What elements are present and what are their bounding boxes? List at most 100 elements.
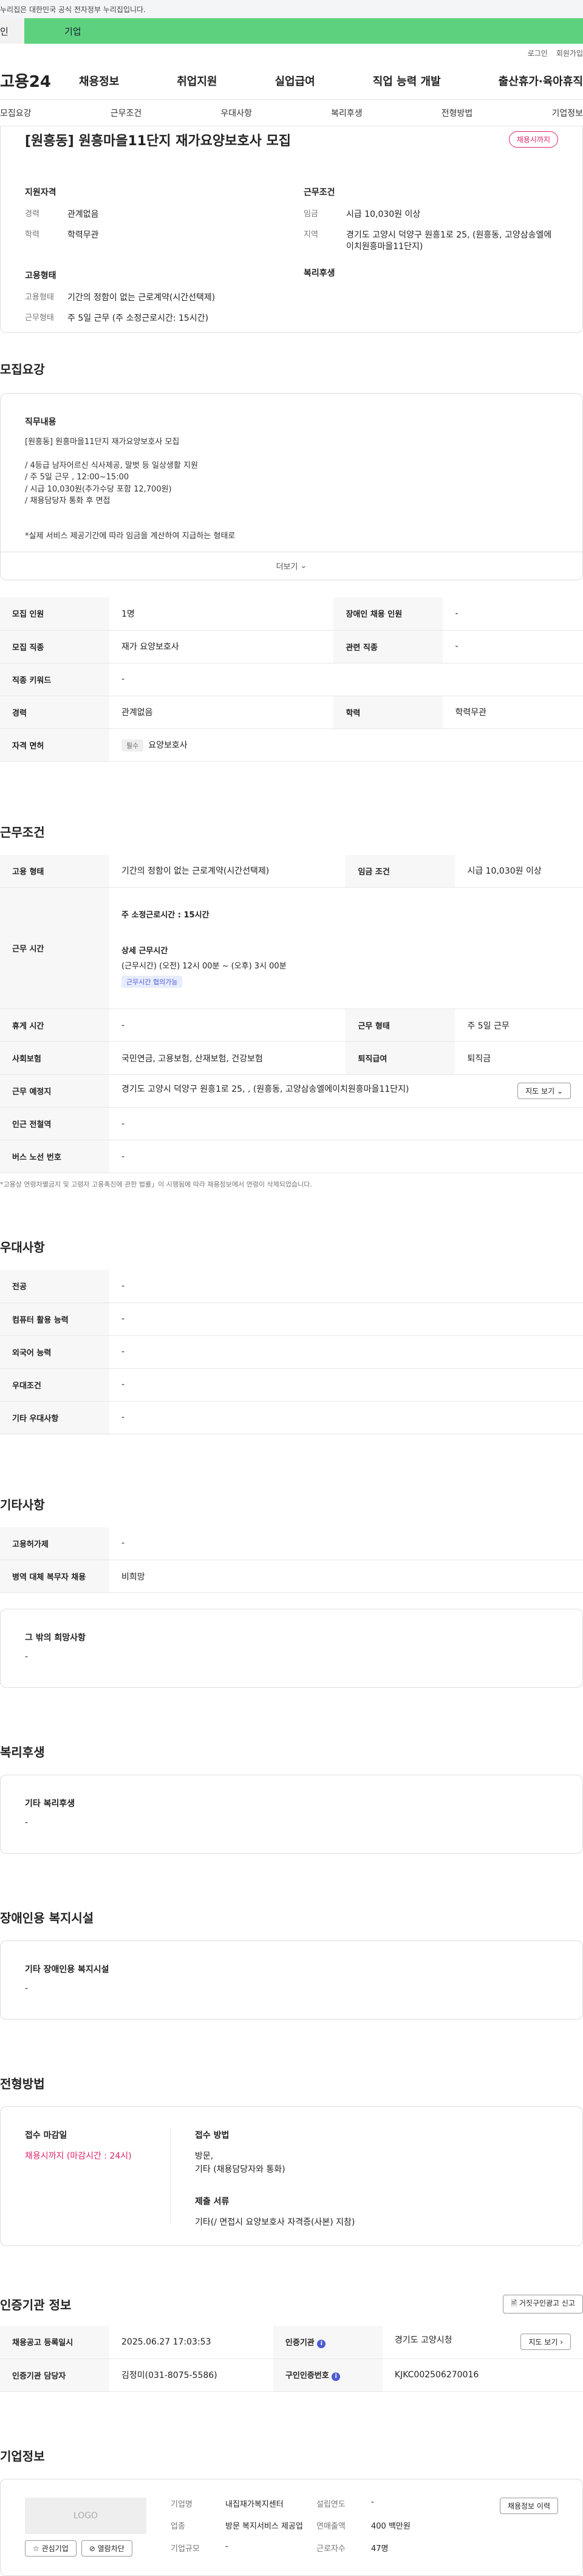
cert-table: 채용공고 등록일시 2025.06.27 17:03:53 인증기관 i 경기도 고양…: [0, 2326, 583, 2392]
cert-map-label: 지도 보기: [528, 2338, 558, 2347]
cell-key: 인증기관 담당자: [0, 2358, 109, 2392]
more-button[interactable]: 더보기 ⌄: [0, 552, 583, 580]
anchor-selection[interactable]: 전형방법: [442, 107, 473, 119]
cert-header: 인증기관 정보 🗎 거짓구인광고 신고: [0, 2295, 583, 2314]
welfare-summary-heading: 복리후생: [304, 268, 335, 278]
cell-value: -: [109, 1335, 583, 1369]
disabled-heading: 장애인용 복지시설: [0, 1911, 94, 1925]
cell-key: 근무 예정지: [0, 1074, 109, 1108]
cell-key: 직종 키워드: [0, 663, 109, 696]
table-row: 우대조건 -: [0, 1368, 583, 1402]
tab-company[interactable]: 기업: [24, 18, 583, 44]
region-value: 경기도 고양시 덕양구 원흥1로 25, (원흥동, 고양삼송엘에이치원흥마을1…: [346, 230, 552, 252]
history-label: 채용정보 이력: [507, 2501, 550, 2510]
weekly-hours: 주 소정근로시간 : 15시간: [121, 911, 210, 920]
company-heading: 기업정보: [0, 2448, 45, 2464]
duty-line: [원흥동] 원흥마을11단지 재가요양보호사 모집: [25, 437, 180, 447]
gnb-item-jobs[interactable]: 채용정보: [79, 73, 119, 89]
cert-map-button[interactable]: 지도 보기 ›: [520, 2334, 571, 2351]
tab-individual[interactable]: 인: [0, 18, 24, 44]
signup-link[interactable]: 회원가입: [556, 48, 583, 58]
cell-key: 기업규모: [171, 2544, 200, 2554]
table-row: 병역 대체 복무자 채용 비희망: [0, 1560, 583, 1593]
pref-heading: 우대사항: [0, 1240, 45, 1255]
company-year: -: [371, 2497, 374, 2507]
table-row: 컴퓨터 활용 능력 -: [0, 1303, 583, 1336]
career-value: 관계없음: [67, 210, 99, 219]
report-button-label: 거짓구인광고 신고: [519, 2299, 575, 2307]
tab-company-label: 기업: [64, 26, 81, 37]
emp-type-value: 기간의 정함이 없는 근로계약(시간선택제): [67, 293, 216, 303]
info-icon[interactable]: i: [332, 2372, 341, 2381]
cell-value: -: [443, 597, 583, 631]
block-company-button[interactable]: ⊘ 열람차단: [81, 2540, 132, 2557]
method-heading: 접수 방법: [195, 2131, 230, 2140]
gnb-item-employment-support[interactable]: 취업지원: [177, 73, 217, 89]
map-button[interactable]: 지도 보기 ⌄: [517, 1083, 571, 1099]
cell-key: 구인인증번호 i: [273, 2358, 383, 2392]
recruit-table: 모집 인원 1명 장애인 채용 인원 - 모집 직종 재가 요양보호사 관련 직종 - 직종…: [0, 597, 583, 762]
gnb-item-job-training[interactable]: 직업 능력 개발: [373, 73, 441, 89]
conditions-heading: 근무조건: [304, 188, 335, 197]
cell-value: -: [109, 1368, 583, 1402]
gov-notice-text: 누리집은 대한민국 공식 전자정부 누리집입니다.: [0, 5, 146, 14]
cell-value: 기간의 정함이 없는 근로계약(시간선택제): [109, 854, 346, 888]
history-button[interactable]: 채용정보 이력: [499, 2497, 558, 2514]
anchor-pref[interactable]: 우대사항: [220, 107, 252, 119]
cell-key: 설립연도: [316, 2499, 346, 2509]
cell-value: KJKC002506270016: [382, 2358, 583, 2392]
login-link[interactable]: 로그인: [528, 48, 548, 58]
cell-key: 경력: [0, 696, 109, 729]
duty-line: *실제 서비스 제공기간에 따라 임금을 계산하여 지급하는 형태로: [25, 531, 236, 541]
cell-value: 김정미(031-8075-5586): [109, 2358, 273, 2392]
career-label: 경력: [25, 210, 39, 219]
table-row: 전공 -: [0, 1270, 583, 1303]
block-label: 열람차단: [97, 2544, 124, 2553]
cell-value: 관계없음: [109, 696, 334, 729]
favorite-company-button[interactable]: ☆ 관심기업: [25, 2540, 77, 2557]
duty-content: [원흥동] 원흥마을11단지 재가요양보호사 모집 / 4등급 남자어르신 식사제…: [25, 436, 558, 552]
method-block: 접수 방법 방문, 기타 (채용담당자와 통화) 제출 서류 기타(/ 면접시 …: [171, 2129, 355, 2227]
duty-card: 직무내용 [원흥동] 원흥마을11단지 재가요양보호사 모집 / 4등급 남자어르…: [0, 393, 583, 552]
cell-key: 외국어 능력: [0, 1335, 109, 1369]
cell-key: 병역 대체 복무자 채용: [0, 1560, 109, 1593]
cell-key: 연매출액: [316, 2522, 346, 2532]
company-employees: 47명: [371, 2544, 389, 2554]
gnb-item-unemployment-benefit[interactable]: 실업급여: [275, 73, 315, 89]
cell-key: 모집 인원: [0, 597, 109, 631]
cell-key: 휴게 시간: [0, 1009, 109, 1042]
company-card: LOGO ☆ 관심기업 ⊘ 열람차단 기업명 내집재가복지센터 설립연도 - 업종 방…: [0, 2478, 583, 2576]
section-anchor-nav: 모집요강 근무조건 우대사항 복리후생 전형방법 기업정보: [0, 100, 583, 126]
cell-key: 모집 직종: [0, 630, 109, 663]
anchor-work[interactable]: 근무조건: [111, 107, 142, 119]
report-button[interactable]: 🗎 거짓구인광고 신고: [503, 2295, 583, 2314]
job-summary-card: [원흥동] 원흥마을11단지 재가요양보호사 모집 채용시까지 지원자격 경력 관…: [0, 126, 583, 333]
cell-value: -: [109, 663, 583, 696]
site-logo[interactable]: 고용24: [0, 69, 79, 92]
anchor-company[interactable]: 기업정보: [551, 107, 583, 119]
gnb-item-parental-leave[interactable]: 출산휴가·육아휴직: [499, 73, 583, 89]
cell-value: 1명: [109, 597, 334, 631]
method-value-1: 방문,: [195, 2151, 214, 2161]
company-info-grid: 기업명 내집재가복지센터 설립연도 - 업종 방문 복지서비스 제공업 연매출액 400…: [171, 2498, 444, 2557]
company-name: 내집재가복지센터: [225, 2499, 284, 2509]
cell-key: 업종: [171, 2522, 185, 2532]
cell-value: 주 5일 근무: [455, 1009, 583, 1042]
disabled-sub-heading: 기타 장애인용 복지시설: [25, 1965, 109, 1975]
table-row: 인근 전철역 -: [0, 1107, 583, 1140]
cell-key: 학력: [333, 696, 443, 729]
table-row: 고용허가제 -: [0, 1527, 583, 1560]
favorite-label: 관심기업: [41, 2544, 69, 2553]
anchor-recruit[interactable]: 모집요강: [0, 107, 32, 119]
cell-key: 퇴직급여: [346, 1041, 455, 1075]
cell-value: -: [443, 630, 583, 663]
table-row: 자격 면허 필수 요양보호사: [0, 728, 583, 762]
license-cell: 필수 요양보호사: [109, 728, 583, 762]
info-icon[interactable]: i: [317, 2339, 326, 2348]
place-cell: 경기도 고양시 덕양구 원흥1로 25, , (원흥동, 고양삼송엘에이치원흥마…: [109, 1074, 583, 1108]
anchor-welfare[interactable]: 복리후생: [331, 107, 363, 119]
table-row: 외국어 능력 -: [0, 1335, 583, 1369]
wage-value: 시급 10,030원 이상: [346, 210, 421, 219]
recruit-heading: 모집요강: [0, 362, 45, 377]
duty-line: / 채용담당자 통화 후 면접: [25, 496, 111, 505]
